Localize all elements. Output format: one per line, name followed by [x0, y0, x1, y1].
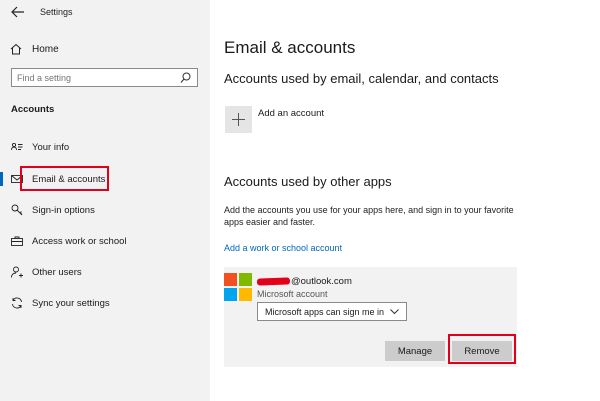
- search-box[interactable]: [11, 68, 198, 87]
- search-icon[interactable]: [180, 72, 191, 83]
- sidebar-item-other-users[interactable]: Other users: [0, 261, 210, 283]
- key-icon: [11, 204, 23, 216]
- active-indicator: [0, 172, 3, 186]
- section-heading-other-apps: Accounts used by other apps: [224, 174, 392, 189]
- sidebar: Settings Home Accounts Your info Email &…: [0, 0, 210, 401]
- sidebar-item-label: Sign-in options: [32, 204, 95, 216]
- page-title: Email & accounts: [224, 38, 356, 57]
- home-icon: [10, 43, 22, 55]
- manage-button[interactable]: Manage: [385, 341, 445, 361]
- section-description: Add the accounts you use for your apps h…: [224, 205, 514, 227]
- section-heading-email: Accounts used by email, calendar, and co…: [224, 71, 499, 86]
- sidebar-item-label: Access work or school: [32, 235, 127, 247]
- person-card-icon: [11, 142, 23, 151]
- sidebar-item-label: Sync your settings: [32, 297, 110, 309]
- microsoft-logo-icon: [224, 273, 252, 301]
- sidebar-item-sign-in-options[interactable]: Sign-in options: [0, 199, 210, 221]
- chevron-down-icon: [390, 309, 399, 315]
- plus-icon: [232, 113, 245, 126]
- sidebar-item-label: Your info: [32, 141, 70, 153]
- title-bar: Settings: [0, 0, 210, 26]
- add-work-school-link[interactable]: Add a work or school account: [224, 243, 342, 253]
- add-account-label[interactable]: Add an account: [258, 108, 324, 119]
- account-email: @outlook.com: [256, 276, 352, 287]
- home-nav[interactable]: Home: [10, 40, 205, 58]
- search-input[interactable]: [17, 71, 167, 84]
- home-label: Home: [32, 43, 59, 55]
- accounts-section-label: Accounts: [11, 104, 55, 115]
- highlight-box: [20, 166, 109, 191]
- person-add-icon: [11, 266, 23, 278]
- main-content: Email & accounts Accounts used by email,…: [210, 0, 600, 401]
- sidebar-item-sync-settings[interactable]: Sync your settings: [0, 292, 210, 314]
- sync-icon: [12, 297, 22, 309]
- redaction-mark: [256, 277, 291, 286]
- dropdown-value: Microsoft apps can sign me in: [265, 306, 385, 317]
- sidebar-item-label: Other users: [32, 266, 82, 278]
- email-suffix: @outlook.com: [291, 276, 352, 287]
- highlight-box: [448, 334, 516, 364]
- app-title: Settings: [40, 7, 73, 17]
- back-arrow-icon[interactable]: [11, 6, 25, 18]
- add-account-button[interactable]: [225, 106, 252, 133]
- sidebar-item-access-work[interactable]: Access work or school: [0, 230, 210, 252]
- signin-option-dropdown[interactable]: Microsoft apps can sign me in: [257, 302, 407, 321]
- sidebar-item-your-info[interactable]: Your info: [0, 136, 210, 158]
- account-type: Microsoft account: [257, 289, 328, 299]
- briefcase-icon: [11, 236, 23, 246]
